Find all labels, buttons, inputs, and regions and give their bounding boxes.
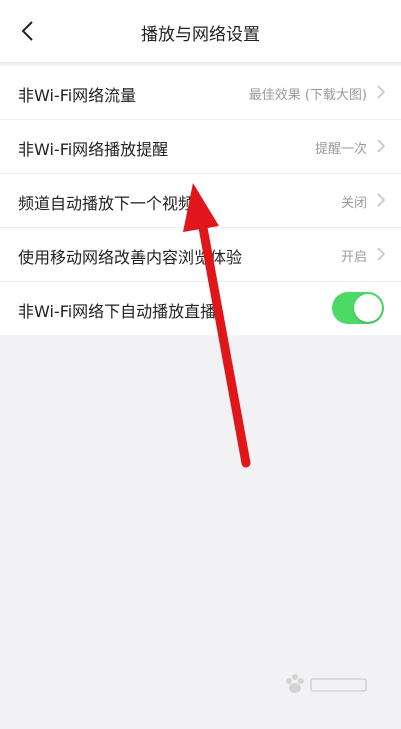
setting-label: 非Wi-Fi网络下自动播放直播 [18,302,217,321]
settings-page: 播放与网络设置 非Wi-Fi网络流量 最佳效果 (下载大图) 非Wi-Fi网络播… [0,0,401,729]
chevron-right-icon [377,193,386,207]
setting-row-mobile-network-improve[interactable]: 使用移动网络改善内容浏览体验 开启 [0,228,401,282]
setting-label: 频道自动播放下一个视频 [18,194,195,213]
setting-value: 开启 [340,250,367,265]
page-title: 播放与网络设置 [141,25,260,45]
setting-label: 使用移动网络改善内容浏览体验 [18,248,243,267]
baidu-jingyan-watermark [286,674,367,693]
setting-value: 最佳效果 (下载大图) [248,88,367,103]
nav-bar: 播放与网络设置 [0,0,401,63]
setting-row-autoplay-next-video[interactable]: 频道自动播放下一个视频 关闭 [0,174,401,228]
setting-value: 关闭 [340,196,367,211]
chevron-right-icon [377,85,386,99]
setting-value: 提醒一次 [314,142,367,157]
setting-label: 非Wi-Fi网络播放提醒 [18,140,169,159]
setting-row-non-wifi-play-reminder[interactable]: 非Wi-Fi网络播放提醒 提醒一次 [0,120,401,174]
chevron-right-icon [377,247,386,261]
setting-label: 非Wi-Fi网络流量 [18,86,137,105]
autoplay-live-toggle[interactable] [332,292,384,324]
setting-row-non-wifi-traffic[interactable]: 非Wi-Fi网络流量 最佳效果 (下载大图) [0,66,401,120]
setting-row-autoplay-live: 非Wi-Fi网络下自动播放直播 [0,282,401,335]
settings-list: 非Wi-Fi网络流量 最佳效果 (下载大图) 非Wi-Fi网络播放提醒 提醒一次… [0,66,401,335]
chevron-right-icon [377,139,386,153]
toggle-knob [354,294,382,322]
